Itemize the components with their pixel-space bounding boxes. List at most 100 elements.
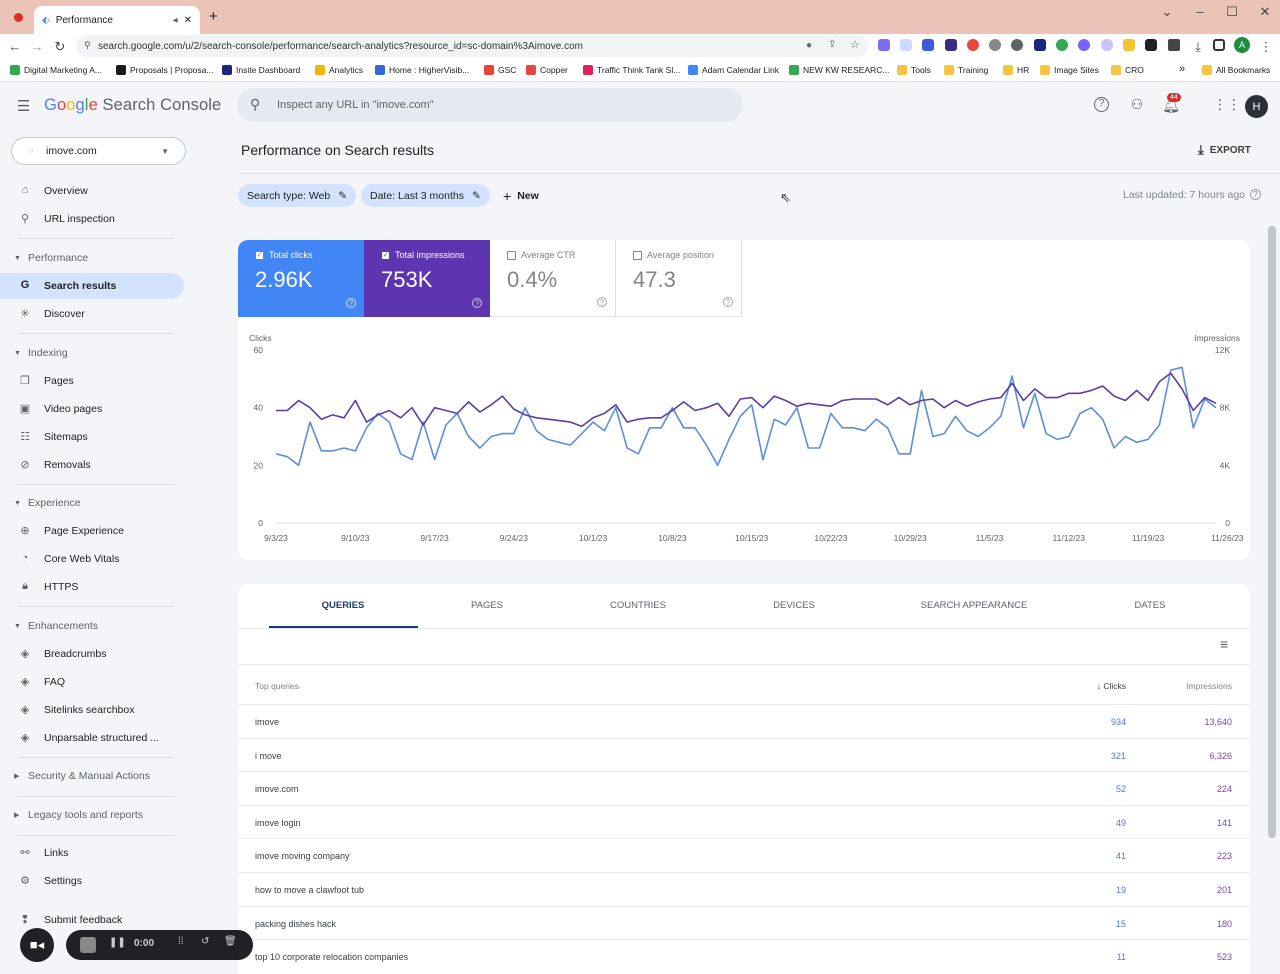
drag-handle-icon[interactable]: ⁞⁞: [178, 936, 184, 947]
bookmark-item[interactable]: Digital Marketing A...: [10, 65, 102, 75]
nav-pages[interactable]: ❐ Pages: [0, 368, 184, 394]
bookmark-item[interactable]: CRO: [1111, 65, 1144, 75]
export-button[interactable]: ⤓ EXPORT: [1198, 142, 1251, 158]
extensions-puzzle-icon[interactable]: [1168, 39, 1180, 51]
info-icon[interactable]: ?: [1250, 189, 1262, 200]
bookmark-item[interactable]: HR: [1003, 65, 1029, 75]
url-inspect-search[interactable]: ⚲ Inspect any URL in "imove.com": [237, 88, 743, 122]
extension-icon[interactable]: [945, 39, 957, 51]
nav-url-inspection[interactable]: ⚲ URL inspection: [0, 206, 184, 232]
help-icon[interactable]: ?: [723, 297, 733, 307]
metric-total-impressions[interactable]: ✓ Total impressions 753K ?: [364, 240, 490, 317]
nav-links[interactable]: ⚯ Links: [0, 840, 184, 866]
tab-queries[interactable]: QUERIES: [273, 600, 413, 611]
search-type-filter-chip[interactable]: Search type: Web ✎: [238, 184, 357, 207]
bookmark-item[interactable]: NEW KW RESEARC...: [789, 65, 889, 75]
metric-average-position[interactable]: Average position 47.3 ?: [616, 240, 742, 317]
bookmark-item[interactable]: Image Sites: [1040, 65, 1099, 75]
bookmark-item[interactable]: Traffic Think Tank Sl...: [583, 65, 680, 75]
bookmark-item[interactable]: Tools: [897, 65, 931, 75]
filter-rows-icon[interactable]: ≡: [1220, 636, 1228, 652]
mic-icon[interactable]: ●: [806, 40, 812, 51]
extension-icon[interactable]: [1056, 39, 1068, 51]
extension-icon[interactable]: [1101, 39, 1113, 51]
nav-unparsable[interactable]: ◈ Unparsable structured ...: [0, 725, 184, 751]
manage-users-icon[interactable]: ⚇: [1128, 96, 1146, 114]
hamburger-menu-icon[interactable]: ☰: [17, 97, 30, 115]
tab-mute-icon[interactable]: ◂: [173, 15, 178, 26]
stop-record-button[interactable]: [80, 937, 96, 953]
product-logo[interactable]: Google Search Console: [44, 96, 221, 115]
performance-line-chart[interactable]: Clicks Impressions604020012K8K4K09/3/23 9/…: [238, 330, 1250, 550]
nav-video-pages[interactable]: ▣ Video pages: [0, 396, 184, 422]
trash-icon[interactable]: 🗑︎: [224, 936, 237, 947]
browser-tab[interactable]: ⬖ Performance ◂ ✕: [34, 6, 200, 34]
new-filter-button[interactable]: + New: [503, 188, 539, 204]
table-row[interactable]: i move 321 6,326: [238, 737, 1250, 772]
url-bar[interactable]: ⚲ search.google.com/u/2/search-console/p…: [76, 35, 868, 57]
nav-search-results[interactable]: G Search results: [0, 273, 184, 299]
section-experience[interactable]: ▼ Experience: [0, 493, 184, 513]
reload-icon[interactable]: ↻: [52, 39, 68, 55]
metric-average-ctr[interactable]: Average CTR 0.4% ?: [490, 240, 616, 317]
table-row[interactable]: imove login 49 141: [238, 804, 1250, 839]
section-legacy[interactable]: ▶ Legacy tools and reports: [0, 805, 184, 825]
tab-dates[interactable]: DATES: [1080, 600, 1220, 611]
camera-button[interactable]: ■◂: [20, 928, 54, 962]
table-row[interactable]: top 10 corporate relocation companies 11 5…: [238, 939, 1250, 973]
extension-icon[interactable]: [989, 39, 1001, 51]
nav-breadcrumbs[interactable]: ◈ Breadcrumbs: [0, 641, 184, 667]
nav-discover[interactable]: ✳ Discover: [0, 301, 184, 327]
section-enhancements[interactable]: ▼ Enhancements: [0, 616, 184, 636]
forward-icon[interactable]: →: [29, 39, 45, 54]
bookmark-item[interactable]: Insite Dashboard: [222, 65, 300, 75]
tab-search-icon[interactable]: ⌄: [1152, 4, 1182, 20]
section-security[interactable]: ▶ Security & Manual Actions: [0, 766, 184, 786]
help-icon[interactable]: ?: [1094, 97, 1109, 112]
site-info-icon[interactable]: ⚲: [84, 40, 91, 51]
nav-faq[interactable]: ◈ FAQ: [0, 669, 184, 695]
extension-icon[interactable]: [900, 39, 912, 51]
bookmark-item[interactable]: Analytics: [315, 65, 363, 75]
maximize-icon[interactable]: ☐: [1217, 4, 1247, 20]
bookmark-item[interactable]: Training: [944, 65, 988, 75]
metric-total-clicks[interactable]: ✓ Total clicks 2.96K ?: [238, 240, 364, 317]
tab-close-icon[interactable]: ✕: [184, 15, 192, 26]
all-bookmarks[interactable]: All Bookmarks: [1202, 65, 1270, 75]
checkbox-checked-icon[interactable]: ✓: [381, 250, 390, 260]
bookmark-item[interactable]: Adam Calendar Link: [688, 65, 779, 75]
tab-devices[interactable]: DEVICES: [724, 600, 864, 611]
bookmark-item[interactable]: Proposals | Proposa...: [116, 65, 213, 75]
nav-page-experience[interactable]: ⊕ Page Experience: [0, 518, 184, 544]
series-line-impressions[interactable]: [276, 372, 1217, 428]
property-selector[interactable]: ◌ imove.com ▼: [11, 137, 186, 165]
nav-https[interactable]: 🔒︎ HTTPS: [0, 574, 184, 600]
tab-search-appearance[interactable]: SEARCH APPEARANCE: [904, 600, 1044, 611]
table-row[interactable]: how to move a clawfoot tub 19 201: [238, 872, 1250, 906]
table-row[interactable]: imove moving company 41 223: [238, 838, 1250, 872]
nav-overview[interactable]: ⌂ Overview: [0, 178, 184, 204]
checkbox-checked-icon[interactable]: ✓: [255, 250, 264, 260]
extension-icon[interactable]: [922, 39, 934, 51]
nav-removals[interactable]: ⊘ Removals: [0, 452, 184, 478]
extension-icon[interactable]: [1145, 39, 1157, 51]
extension-icon[interactable]: [967, 39, 979, 51]
extension-icon[interactable]: [878, 39, 890, 51]
back-icon[interactable]: ←: [7, 39, 23, 54]
table-row[interactable]: packing dishes hack 15 180: [238, 905, 1250, 940]
bookmark-item[interactable]: Home : HigherVisib...: [375, 65, 469, 75]
new-tab-icon[interactable]: +: [209, 8, 218, 25]
page-scrollbar[interactable]: [1268, 226, 1276, 838]
account-avatar[interactable]: H: [1245, 95, 1268, 118]
profile-avatar[interactable]: A: [1234, 37, 1250, 53]
side-panel-icon[interactable]: [1213, 39, 1225, 51]
nav-settings[interactable]: ⚙ Settings: [0, 868, 184, 894]
browser-menu-icon[interactable]: ⋮: [1258, 39, 1274, 55]
tab-pages[interactable]: PAGES: [417, 600, 557, 611]
checkbox-unchecked-icon[interactable]: [507, 250, 516, 260]
checkbox-unchecked-icon[interactable]: [633, 250, 642, 260]
extension-icon[interactable]: [1123, 39, 1135, 51]
pause-icon[interactable]: ❚❚: [109, 937, 126, 948]
window-close-dot[interactable]: [14, 13, 23, 22]
bookmark-star-icon[interactable]: ☆: [850, 38, 860, 51]
